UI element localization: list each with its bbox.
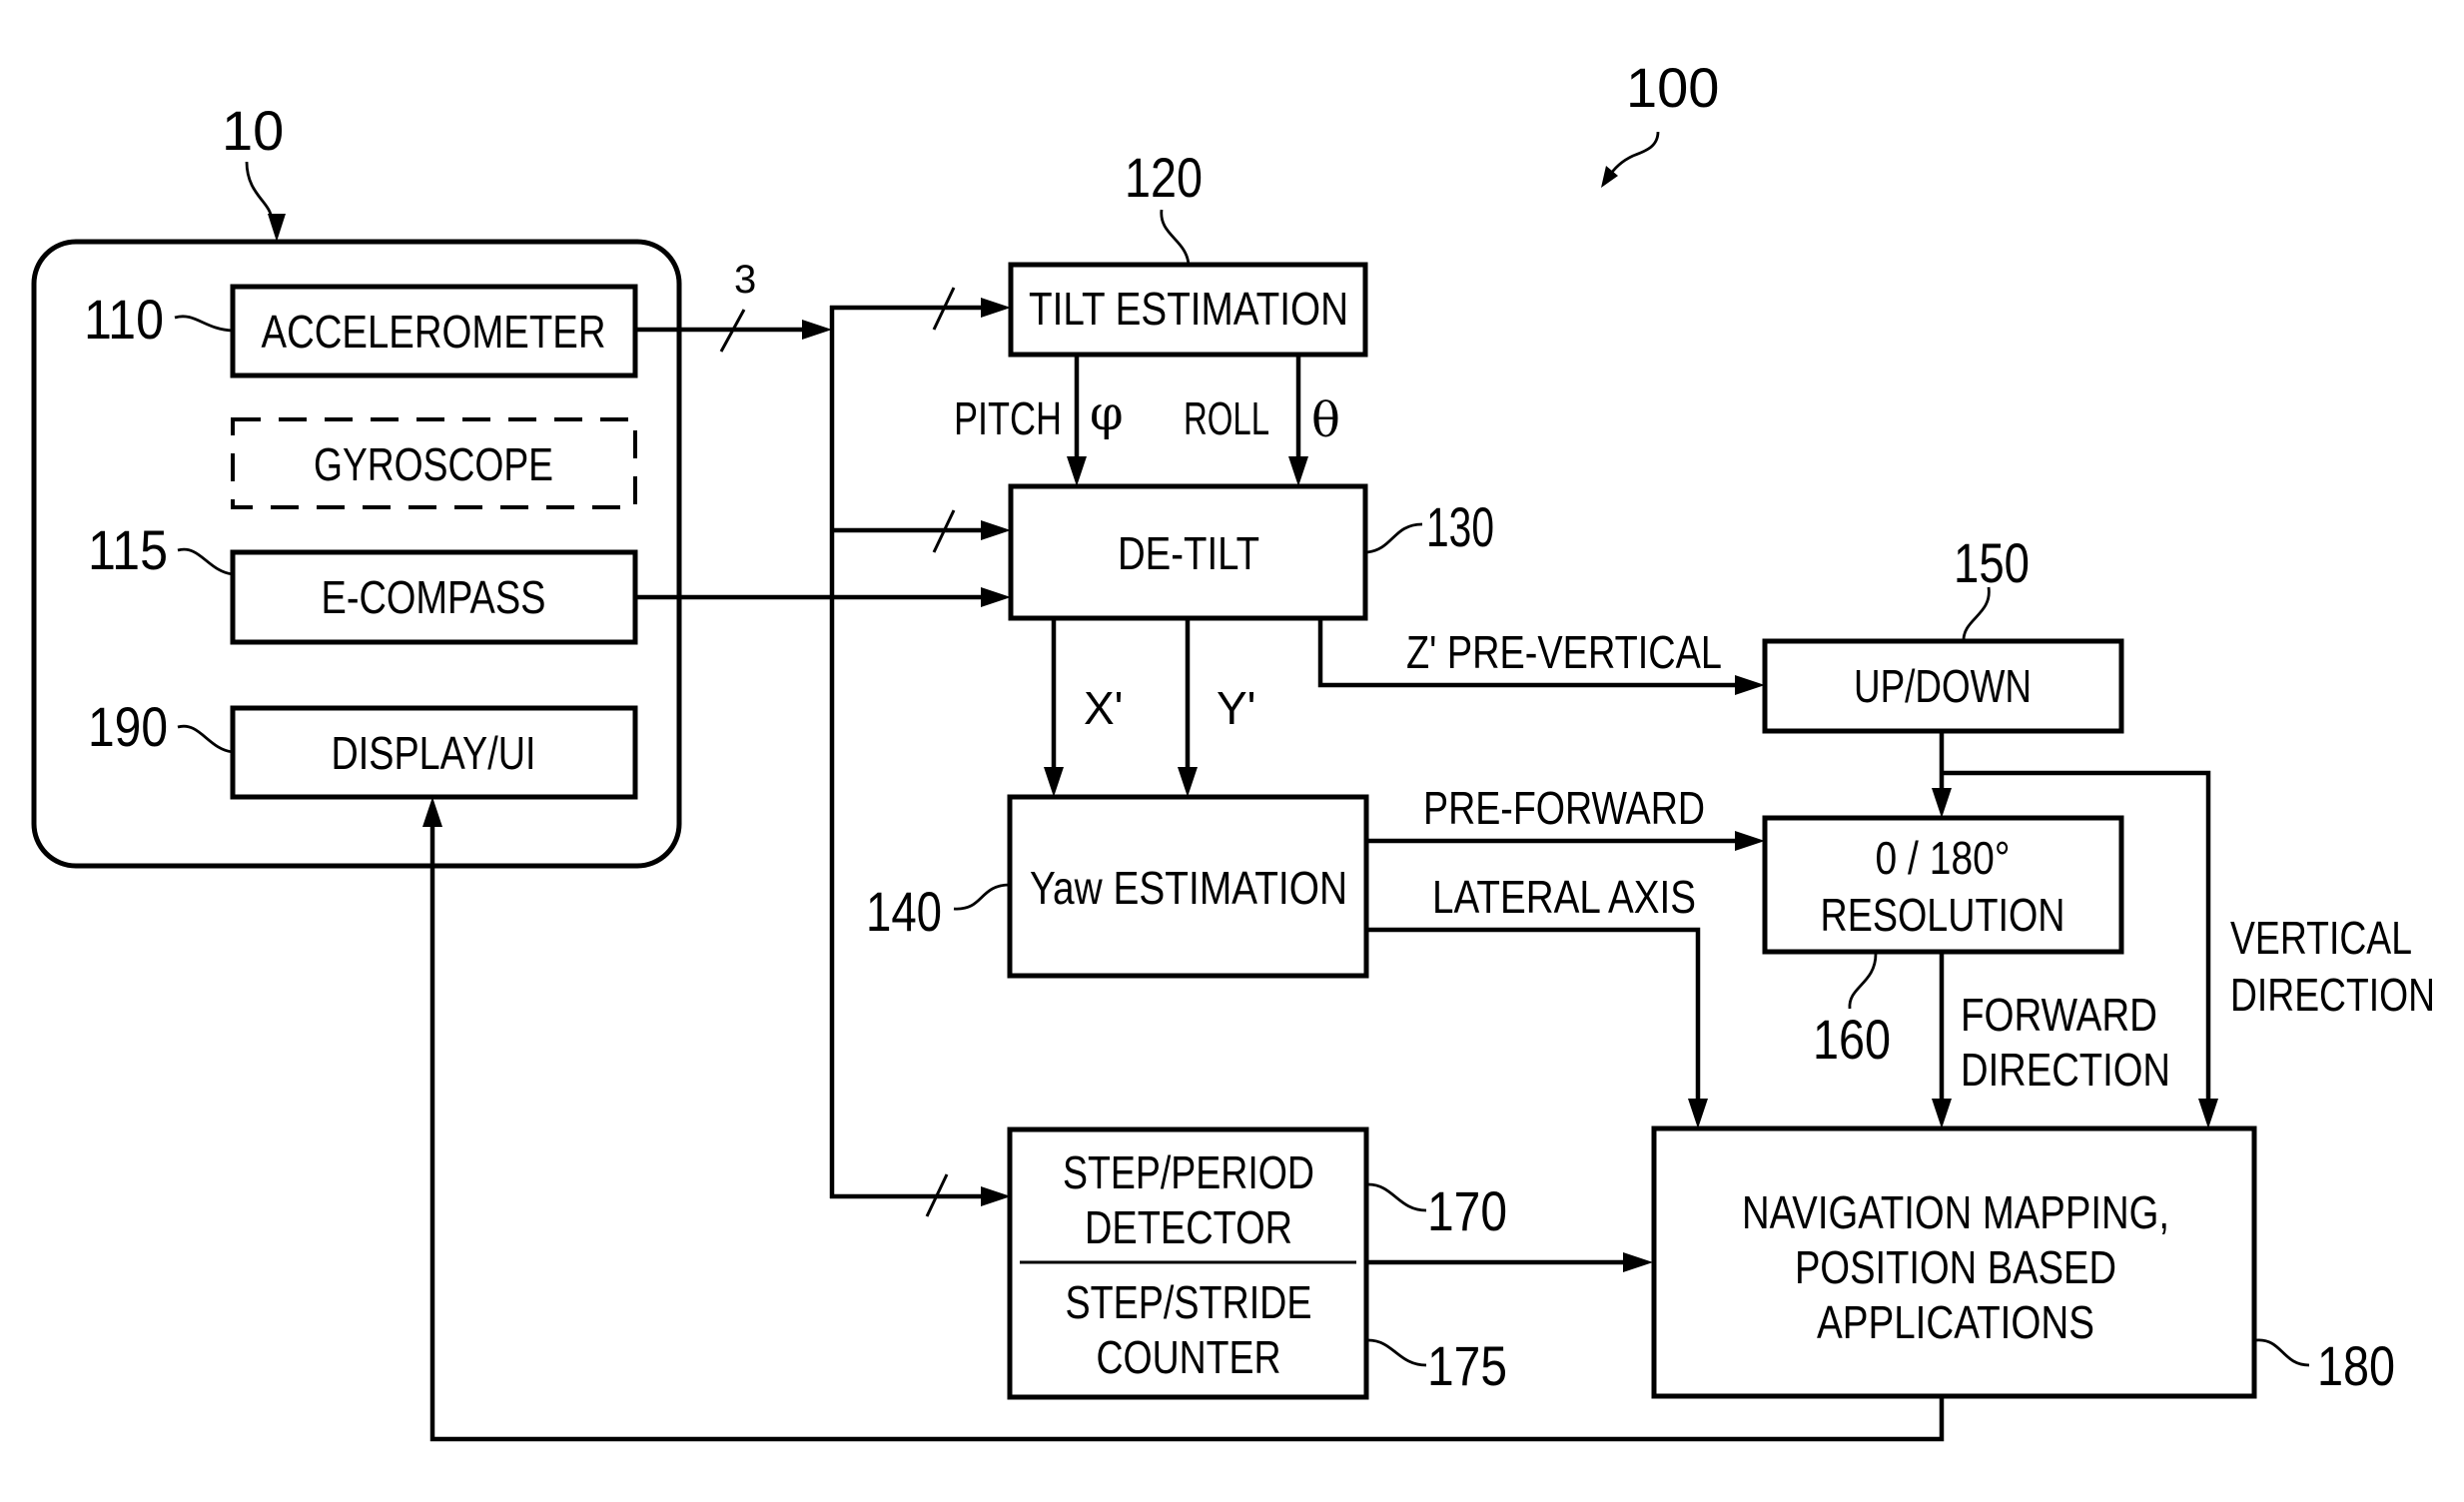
display-reference: 190 (88, 695, 168, 758)
step-detector-leader (1367, 1182, 1427, 1212)
step-counter-label-line2: COUNTER (1097, 1331, 1281, 1383)
step-counter-reference: 175 (1427, 1334, 1507, 1397)
pitch-label: PITCH (954, 392, 1062, 444)
navigation-label-line1: NAVIGATION MAPPING, (1742, 1186, 2169, 1238)
yaw-estimation-reference: 140 (866, 880, 942, 943)
vertical-direction-arrowhead (2198, 1099, 2218, 1128)
resolution-leader (1848, 953, 1878, 1010)
tilt-input-arrowhead (981, 298, 1011, 318)
step-counter-label-line1: STEP/STRIDE (1066, 1276, 1312, 1328)
updown-reference: 150 (1954, 531, 2030, 594)
step-counter-leader (1367, 1338, 1427, 1367)
block-diagram: 100 10 ACCELEROMETER 110 GYROSCOPE E-COM… (31, 56, 2435, 1442)
yaw-estimation-block[interactable]: Yaw ESTIMATION (1007, 794, 1369, 979)
resolution-reference: 160 (1813, 1008, 1891, 1071)
tilt-estimation-reference: 120 (1125, 146, 1203, 209)
x-prime-label: X' (1084, 682, 1123, 734)
figure-reference: 100 (1626, 56, 1719, 119)
bus-width-label: 3 (734, 258, 756, 302)
ecompass-label: E-COMPASS (322, 571, 546, 623)
updown-leader (1962, 586, 1991, 642)
forward-direction-label-line1: FORWARD (1961, 989, 2157, 1041)
ecompass-block[interactable]: E-COMPASS (230, 549, 638, 645)
resolution-input-arrowhead (1932, 788, 1952, 818)
lateral-axis-label: LATERAL AXIS (1432, 871, 1696, 923)
step-detector-reference: 170 (1427, 1179, 1507, 1242)
detilt-leader (1366, 522, 1423, 554)
detilt-label: DE-TILT (1118, 527, 1259, 579)
lateral-axis-arrowhead (1688, 1099, 1708, 1128)
navigation-leader (2255, 1338, 2310, 1367)
pre-forward-label: PRE-FORWARD (1423, 782, 1705, 834)
accelerometer-block[interactable]: ACCELEROMETER (230, 284, 638, 378)
roll-arrowhead (1288, 456, 1308, 486)
updown-block[interactable]: UP/DOWN (1762, 638, 2124, 734)
accelerometer-reference: 110 (84, 288, 164, 351)
accelerometer-label: ACCELEROMETER (262, 306, 606, 358)
navigation-label-line2: POSITION BASED (1795, 1241, 2116, 1293)
ecompass-reference: 115 (88, 518, 168, 581)
display-label: DISPLAY/UI (332, 727, 536, 779)
gyroscope-block[interactable]: GYROSCOPE (231, 417, 637, 509)
roll-symbol: θ (1311, 392, 1340, 448)
pre-forward-arrowhead (1735, 831, 1765, 851)
vertical-direction-label-line2: DIRECTION (2230, 969, 2435, 1021)
resolution-label-line2: RESOLUTION (1821, 889, 2065, 941)
navigation-block[interactable]: NAVIGATION MAPPING, POSITION BASED APPLI… (1651, 1126, 2257, 1399)
step-detector-label-line2: DETECTOR (1085, 1201, 1292, 1253)
vertical-direction-label-line1: VERTICAL (2230, 912, 2412, 964)
gyroscope-label: GYROSCOPE (314, 438, 553, 490)
detilt-block[interactable]: DE-TILT (1008, 483, 1368, 621)
navigation-step-arrowhead (1623, 1252, 1653, 1272)
figure-reference-arrow (1606, 131, 1660, 179)
display-block[interactable]: DISPLAY/UI (230, 705, 638, 800)
pitch-arrowhead (1067, 456, 1087, 486)
ecompass-arrowhead (981, 587, 1011, 607)
roll-label: ROLL (1184, 392, 1269, 444)
pitch-symbol: φ (1090, 385, 1124, 441)
device-reference-arrowhead (268, 214, 286, 242)
device-reference: 10 (222, 99, 284, 162)
z-pre-vertical-label: Z' PRE-VERTICAL (1406, 626, 1722, 678)
tilt-estimation-block[interactable]: TILT ESTIMATION (1008, 262, 1368, 358)
x-prime-arrowhead (1044, 767, 1064, 797)
forward-direction-label-line2: DIRECTION (1961, 1044, 2170, 1096)
bus-input-arrowhead (802, 320, 832, 340)
resolution-label-line1: 0 / 180° (1876, 832, 2011, 884)
y-prime-arrowhead (1178, 767, 1198, 797)
step-input-arrowhead (981, 1186, 1011, 1206)
navigation-reference: 180 (2317, 1334, 2395, 1397)
tilt-estimation-leader (1160, 209, 1191, 266)
detilt-bus-arrowhead (981, 520, 1011, 540)
tilt-estimation-label: TILT ESTIMATION (1029, 283, 1348, 335)
yaw-estimation-label: Yaw ESTIMATION (1030, 862, 1347, 914)
forward-direction-arrowhead (1932, 1099, 1952, 1128)
yaw-estimation-leader (953, 883, 1011, 911)
z-pre-vertical-arrowhead (1735, 675, 1765, 695)
navigation-label-line3: APPLICATIONS (1817, 1296, 2094, 1348)
updown-label: UP/DOWN (1854, 660, 2032, 712)
step-block[interactable]: STEP/PERIOD DETECTOR STEP/STRIDE COUNTER (1007, 1126, 1369, 1400)
step-detector-label-line1: STEP/PERIOD (1063, 1146, 1314, 1198)
y-prime-label: Y' (1217, 682, 1255, 734)
detilt-reference: 130 (1426, 495, 1494, 558)
resolution-block[interactable]: 0 / 180° RESOLUTION (1762, 815, 2124, 955)
lateral-axis-wire (1366, 927, 1701, 1112)
